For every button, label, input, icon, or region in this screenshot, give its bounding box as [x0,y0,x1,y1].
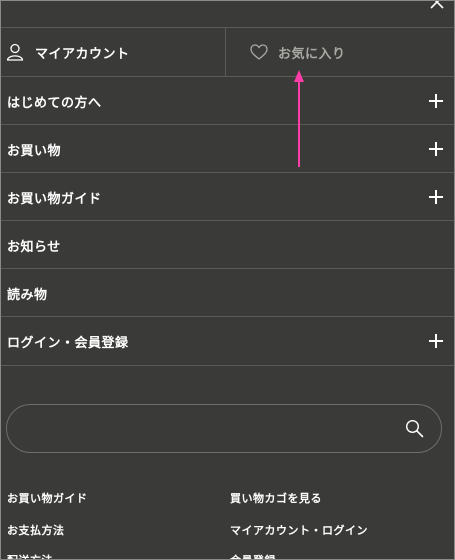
divider [1,365,454,366]
menu-item-label: お知らせ [7,239,61,255]
menu-item-login-register[interactable]: ログイン・会員登録 [1,317,454,365]
footer-link-view-cart[interactable]: 買い物カゴを見る [230,490,322,506]
plus-icon[interactable] [429,334,443,348]
menu-item-label: ログイン・会員登録 [7,335,129,351]
footer-link-shipping[interactable]: 配送方法 [7,552,53,559]
menu-item-label: はじめての方へ [7,95,102,111]
footer-link-register[interactable]: 会員登録 [230,552,276,559]
search-box [6,404,442,454]
favorites-label: お気に入り [278,46,346,62]
my-account-link[interactable]: マイアカウント [1,28,226,76]
menu-item-label: 読み物 [7,287,48,303]
menu-item-label: お買い物 [7,143,62,159]
footer-link-shopping-guide[interactable]: お買い物ガイド [7,490,88,506]
search-input[interactable] [25,405,399,454]
favorites-link[interactable]: お気に入り [226,28,454,76]
menu-item-reading[interactable]: 読み物 [1,269,454,317]
menu-item-news[interactable]: お知らせ [1,221,454,269]
menu-item-first-time[interactable]: はじめての方へ [1,77,454,125]
footer-link-payment[interactable]: お支払方法 [7,522,65,538]
search-icon[interactable] [405,419,424,438]
footer-link-account-login[interactable]: マイアカウント・ログイン [230,522,368,538]
heart-icon [250,44,268,60]
menu-item-shopping-guide[interactable]: お買い物ガイド [1,173,454,221]
menu-item-label: お買い物ガイド [7,191,102,207]
account-row: マイアカウント お気に入り [1,28,454,76]
plus-icon[interactable] [429,142,443,156]
menu-item-shopping[interactable]: お買い物 [1,125,454,173]
plus-icon[interactable] [429,190,443,204]
plus-icon[interactable] [429,94,443,108]
user-icon [6,43,24,61]
close-icon[interactable] [428,0,446,11]
mobile-menu-drawer: マイアカウント お気に入り はじめての方へ お買い物 お買い物ガイド お知らせ … [0,0,455,560]
my-account-label: マイアカウント [35,46,130,62]
